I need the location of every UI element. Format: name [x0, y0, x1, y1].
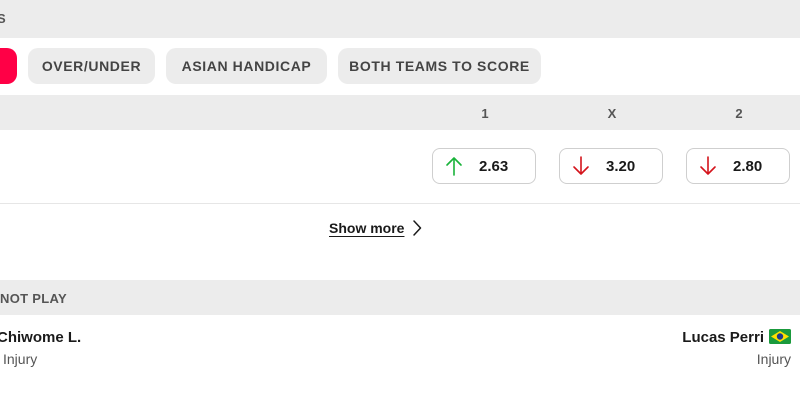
arrow-up-icon: [446, 157, 462, 176]
divider: [0, 203, 800, 204]
odds-value: 3.20: [606, 157, 636, 175]
not-play-header: NOT PLAY: [0, 280, 800, 315]
chevron-right-icon: [413, 220, 422, 236]
arrow-down-icon: [573, 156, 589, 175]
odds-column-away: 2: [735, 106, 743, 121]
odds-button-away[interactable]: 2.80: [686, 148, 790, 184]
odds-value: 2.63: [479, 157, 509, 175]
tab-both-teams-to-score[interactable]: BOTH TEAMS TO SCORE: [338, 48, 541, 84]
odds-column-home: 1: [481, 106, 489, 121]
arrow-down-icon: [700, 156, 716, 175]
section-title: S: [0, 11, 6, 26]
show-more-label: Show more: [329, 220, 405, 236]
away-player-name[interactable]: Lucas Perri: [682, 329, 764, 346]
market-tabs: OVER/UNDER ASIAN HANDICAP BOTH TEAMS TO …: [0, 48, 800, 84]
away-player-reason: Injury: [756, 351, 791, 367]
tab-over-under[interactable]: OVER/UNDER: [28, 48, 155, 84]
home-player-name[interactable]: Chiwome L.: [0, 329, 81, 346]
odds-button-home[interactable]: 2.63: [432, 148, 536, 184]
tab-asian-handicap[interactable]: ASIAN HANDICAP: [166, 48, 327, 84]
odds-header: [0, 95, 800, 130]
brazil-flag-icon: [769, 329, 791, 344]
show-more-link[interactable]: Show more: [329, 220, 422, 236]
odds-column-draw: X: [607, 106, 617, 121]
tab-1x2[interactable]: [0, 48, 17, 84]
section-header: S: [0, 0, 800, 38]
not-play-title: NOT PLAY: [0, 291, 67, 306]
home-player-reason: Injury: [3, 351, 38, 367]
odds-button-draw[interactable]: 3.20: [559, 148, 663, 184]
odds-value: 2.80: [733, 157, 763, 175]
